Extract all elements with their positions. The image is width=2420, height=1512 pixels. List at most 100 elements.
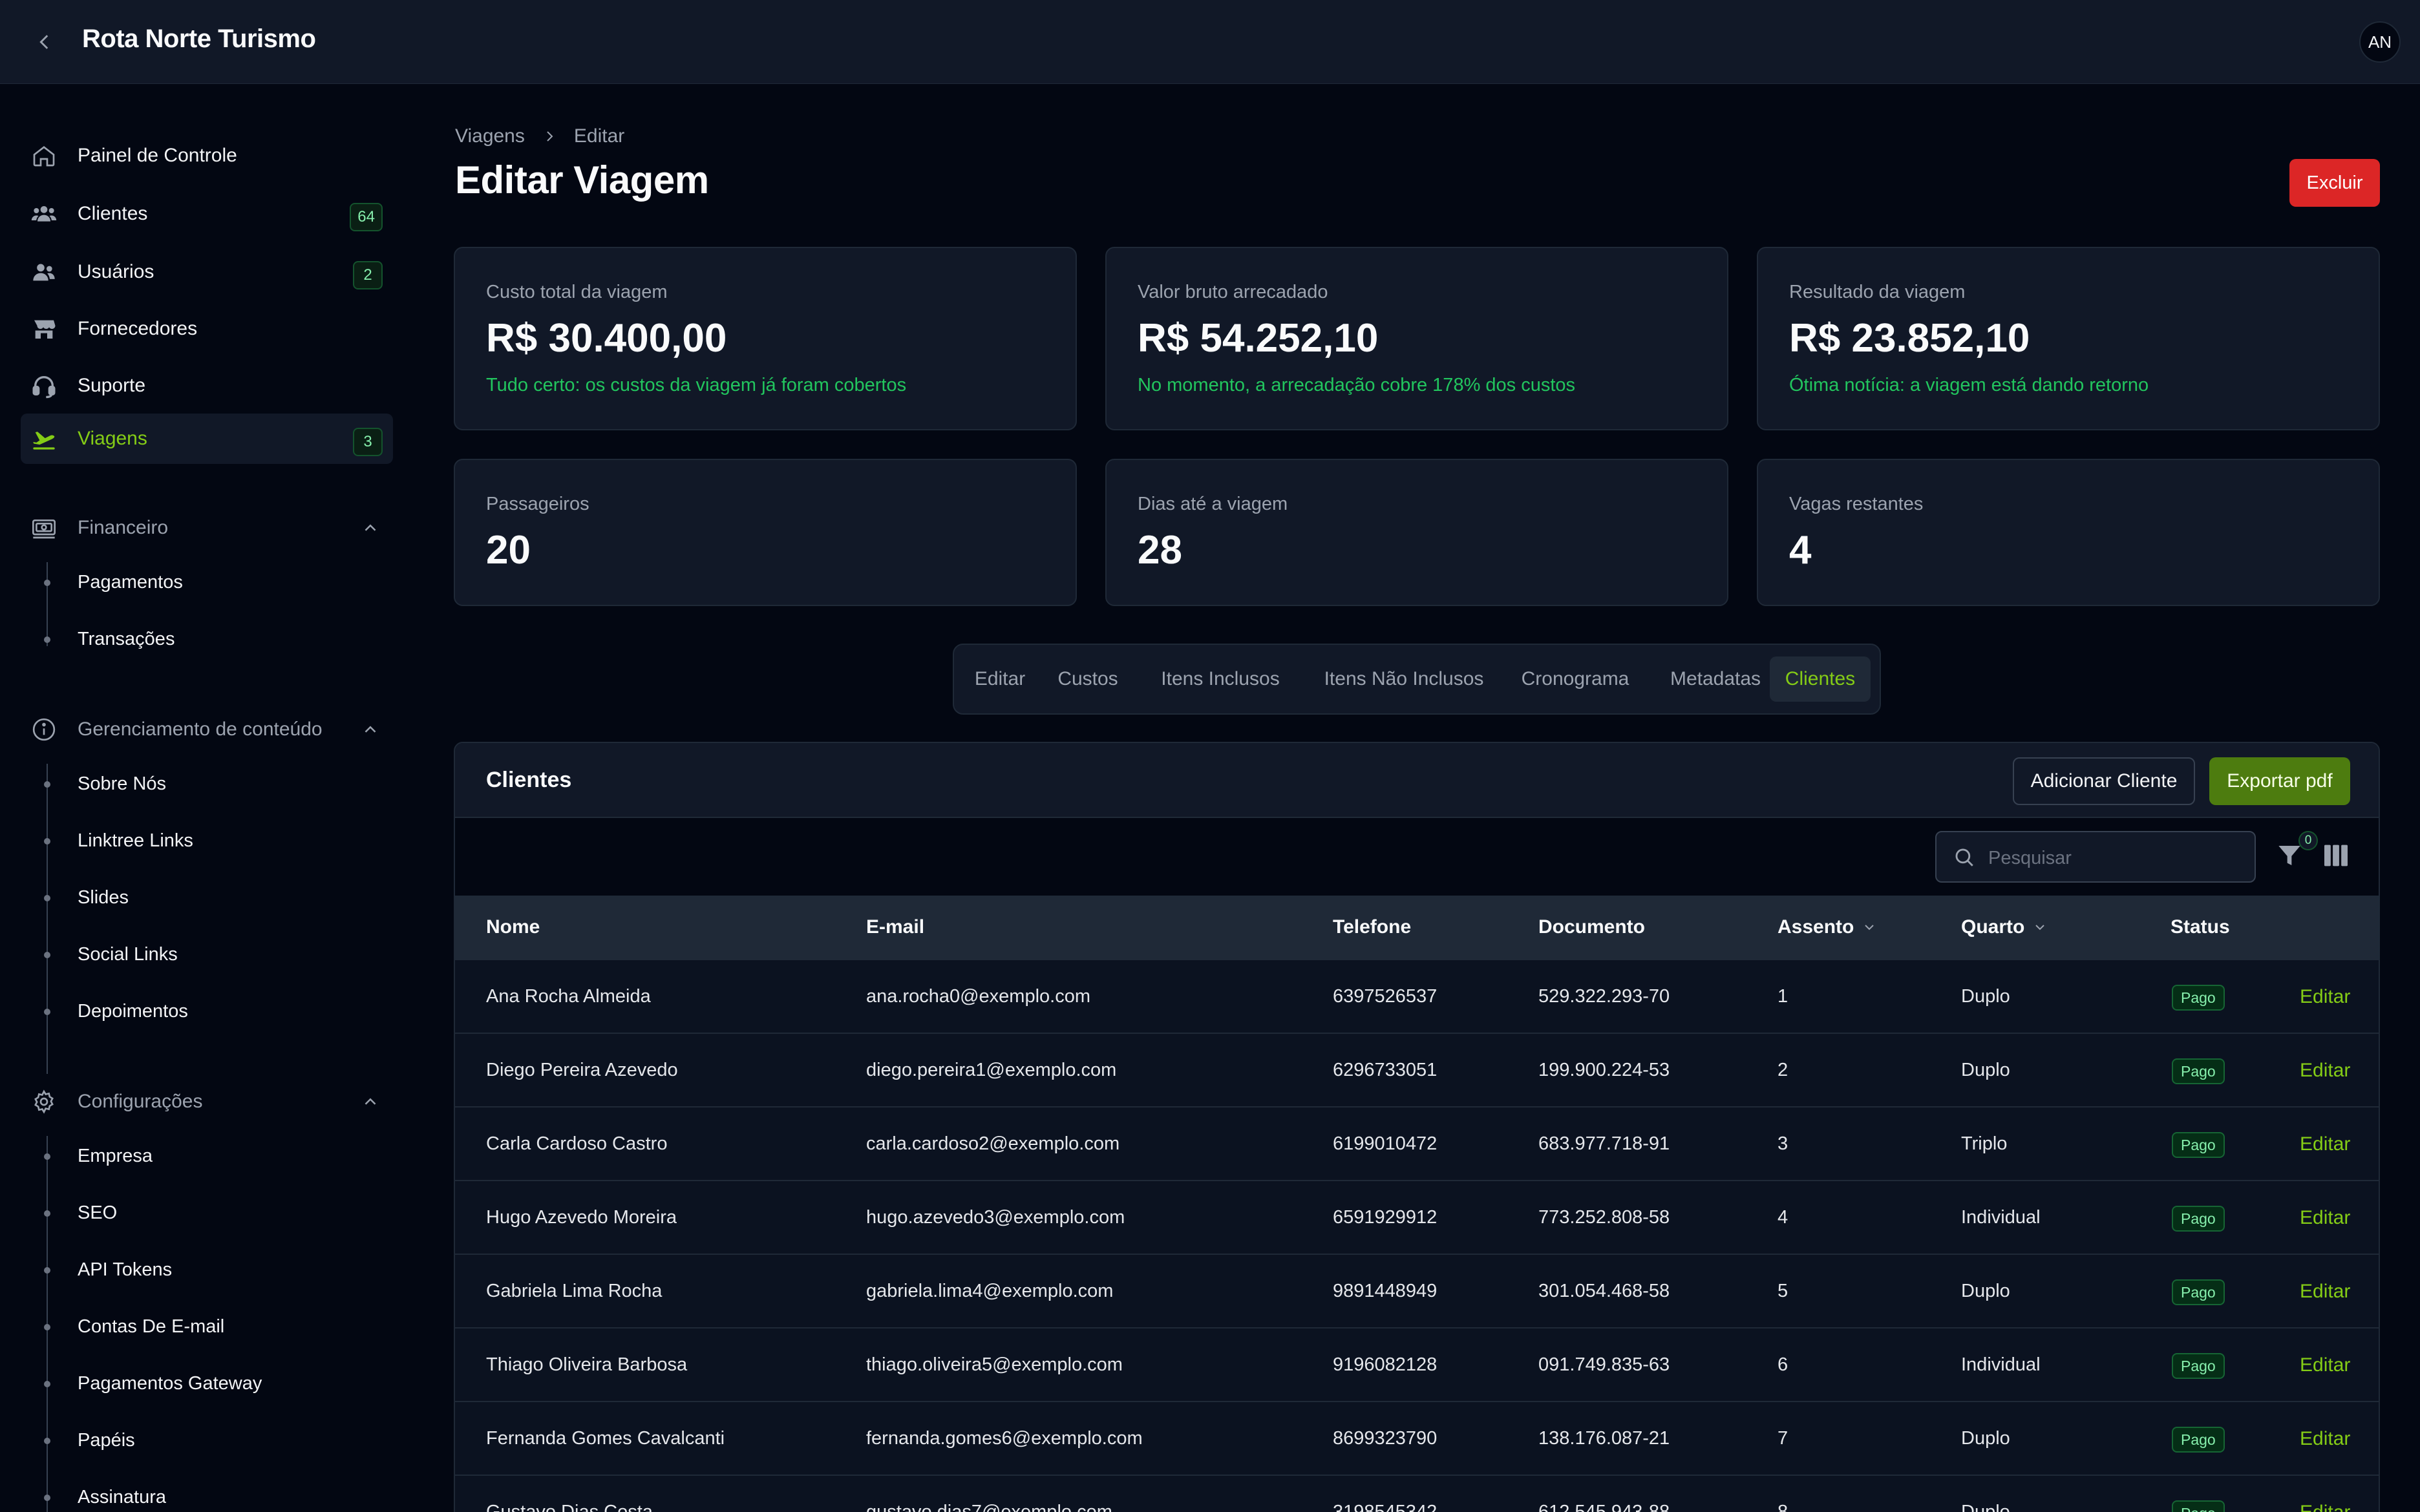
sidebar-subitem-slides[interactable]: Slides xyxy=(39,879,388,918)
bullet-dot xyxy=(44,838,50,845)
tab-cronograma[interactable]: Cronograma xyxy=(1509,656,1642,702)
table-row[interactable]: Carla Cardoso Castro carla.cardoso2@exem… xyxy=(455,1108,2379,1181)
edit-link[interactable]: Editar xyxy=(2300,1133,2350,1155)
tab-itens-inclusos[interactable]: Itens Inclusos xyxy=(1141,656,1299,702)
table-row[interactable]: Fernanda Gomes Cavalcanti fernanda.gomes… xyxy=(455,1402,2379,1476)
table-row[interactable]: Gustavo Dias Costa gustavo.dias7@exemplo… xyxy=(455,1476,2379,1512)
column-label: Documento xyxy=(1538,916,1645,938)
subitem-label: Depoimentos xyxy=(78,1001,188,1022)
tab-bar: Editar Custos Itens Inclusos Itens Não I… xyxy=(953,644,1881,715)
table-row[interactable]: Gabriela Lima Rocha gabriela.lima4@exemp… xyxy=(455,1255,2379,1328)
edit-link[interactable]: Editar xyxy=(2300,1428,2350,1450)
edit-link[interactable]: Editar xyxy=(2300,986,2350,1008)
stat-caption: Passageiros xyxy=(486,494,589,514)
info-icon xyxy=(32,718,56,741)
sidebar-subitem-sobre-nos[interactable]: Sobre Nós xyxy=(39,766,388,804)
sidebar-subitem-depoimentos[interactable]: Depoimentos xyxy=(39,993,388,1032)
column-header-email[interactable]: E-mail xyxy=(866,916,924,938)
cell-email: gabriela.lima4@exemplo.com xyxy=(866,1281,1114,1301)
cell-quarto: Duplo xyxy=(1961,1281,2010,1301)
column-header-telefone[interactable]: Telefone xyxy=(1333,916,1411,938)
table-row[interactable]: Hugo Azevedo Moreira hugo.azevedo3@exemp… xyxy=(455,1181,2379,1255)
table-row[interactable]: Thiago Oliveira Barbosa thiago.oliveira5… xyxy=(455,1328,2379,1402)
cell-assento: 5 xyxy=(1778,1281,1788,1301)
group-financeiro[interactable]: Financeiro xyxy=(21,505,393,551)
group-label: Gerenciamento de conteúdo xyxy=(78,719,323,740)
stat-caption: Resultado da viagem xyxy=(1789,282,1966,302)
stat-value: 28 xyxy=(1138,528,1182,572)
sidebar-subitem-assinatura[interactable]: Assinatura xyxy=(39,1479,388,1512)
cell-quarto: Individual xyxy=(1961,1354,2041,1375)
delete-button[interactable]: Excluir xyxy=(2289,159,2380,207)
table-row[interactable]: Ana Rocha Almeida ana.rocha0@exemplo.com… xyxy=(455,960,2379,1034)
tab-metadatas[interactable]: Metadatas xyxy=(1653,656,1778,702)
sidebar: Painel de Controle Clientes 64 Usuários … xyxy=(0,84,414,1512)
export-pdf-button[interactable]: Exportar pdf xyxy=(2209,757,2350,805)
sidebar-item-suporte[interactable]: Suporte xyxy=(21,361,393,411)
cell-email: ana.rocha0@exemplo.com xyxy=(866,986,1091,1007)
bullet-dot xyxy=(44,1495,50,1501)
cell-telefone: 9196082128 xyxy=(1333,1354,1438,1375)
sidebar-subitem-linktree-links[interactable]: Linktree Links xyxy=(39,823,388,861)
chevron-up-icon xyxy=(365,524,376,531)
group-gerenciamento-conteudo[interactable]: Gerenciamento de conteúdo xyxy=(21,707,393,752)
subitem-label: Pagamentos xyxy=(78,572,183,593)
tab-custos[interactable]: Custos xyxy=(1046,656,1130,702)
sidebar-subitem-social-links[interactable]: Social Links xyxy=(39,936,388,975)
sidebar-item-viagens[interactable]: Viagens 3 xyxy=(21,414,393,464)
panel-title: Clientes xyxy=(486,768,572,792)
status-badge: Pago xyxy=(2172,1500,2225,1512)
column-header-assento[interactable]: Assento xyxy=(1778,916,1877,938)
cell-quarto: Triplo xyxy=(1961,1133,2008,1154)
user-avatar[interactable]: AN xyxy=(2359,21,2401,63)
table-row[interactable]: Diego Pereira Azevedo diego.pereira1@exe… xyxy=(455,1034,2379,1108)
clients-panel: Clientes Adicionar Cliente Exportar pdf … xyxy=(454,742,2380,1512)
users-icon xyxy=(31,206,57,222)
edit-link[interactable]: Editar xyxy=(2300,1354,2350,1376)
edit-link[interactable]: Editar xyxy=(2300,1281,2350,1303)
sidebar-subitem-contas-email[interactable]: Contas De E-mail xyxy=(39,1308,388,1347)
stat-caption: Vagas restantes xyxy=(1789,494,1924,514)
sidebar-subitem-api-tokens[interactable]: API Tokens xyxy=(39,1252,388,1290)
sidebar-subitem-pagamentos[interactable]: Pagamentos xyxy=(39,564,388,603)
column-header-status[interactable]: Status xyxy=(2171,916,2230,938)
edit-link[interactable]: Editar xyxy=(2300,1060,2350,1082)
sidebar-item-dashboard[interactable]: Painel de Controle xyxy=(21,131,393,181)
sidebar-item-fornecedores[interactable]: Fornecedores xyxy=(21,304,393,354)
sidebar-subitem-pagamentos-gateway[interactable]: Pagamentos Gateway xyxy=(39,1365,388,1404)
edit-link[interactable]: Editar xyxy=(2300,1502,2350,1512)
column-header-quarto[interactable]: Quarto xyxy=(1961,916,2048,938)
sidebar-subitem-seo[interactable]: SEO xyxy=(39,1195,388,1234)
column-label: Quarto xyxy=(1961,916,2025,938)
cell-assento: 6 xyxy=(1778,1354,1788,1375)
search-input[interactable]: Pesquisar xyxy=(1935,831,2256,883)
sidebar-subitem-empresa[interactable]: Empresa xyxy=(39,1138,388,1177)
back-button[interactable] xyxy=(28,26,61,58)
edit-link[interactable]: Editar xyxy=(2300,1207,2350,1229)
sidebar-item-label: Viagens xyxy=(78,428,147,449)
column-label: E-mail xyxy=(866,916,925,938)
tab-editar[interactable]: Editar xyxy=(966,656,1034,702)
cell-documento: 138.176.087-21 xyxy=(1538,1428,1670,1449)
sidebar-item-usuarios[interactable]: Usuários 2 xyxy=(21,247,393,297)
add-client-button[interactable]: Adicionar Cliente xyxy=(2013,757,2195,805)
sidebar-subitem-papeis[interactable]: Papéis xyxy=(39,1422,388,1461)
sidebar-item-clientes[interactable]: Clientes 64 xyxy=(21,189,393,239)
columns-icon[interactable] xyxy=(2323,844,2349,867)
count-badge: 64 xyxy=(350,203,383,231)
chevron-right-icon xyxy=(547,131,553,142)
column-header-nome[interactable]: Nome xyxy=(486,916,540,938)
breadcrumb-parent-link[interactable]: Viagens xyxy=(455,125,525,147)
tab-itens-nao-inclusos[interactable]: Itens Não Inclusos xyxy=(1311,656,1497,702)
cell-email: thiago.oliveira5@exemplo.com xyxy=(866,1354,1123,1375)
subitem-label: Pagamentos Gateway xyxy=(78,1373,262,1394)
stat-value: R$ 54.252,10 xyxy=(1138,316,1379,361)
search-icon xyxy=(1955,848,1973,866)
column-header-documento[interactable]: Documento xyxy=(1538,916,1645,938)
filter-icon[interactable] xyxy=(2277,843,2302,868)
subitem-label: Transações xyxy=(78,629,175,649)
group-configuracoes[interactable]: Configurações xyxy=(21,1079,393,1124)
sidebar-subitem-transacoes[interactable]: Transações xyxy=(39,621,388,660)
tab-clientes[interactable]: Clientes xyxy=(1770,656,1871,702)
stat-note: No momento, a arrecadação cobre 178% dos… xyxy=(1138,375,1576,395)
